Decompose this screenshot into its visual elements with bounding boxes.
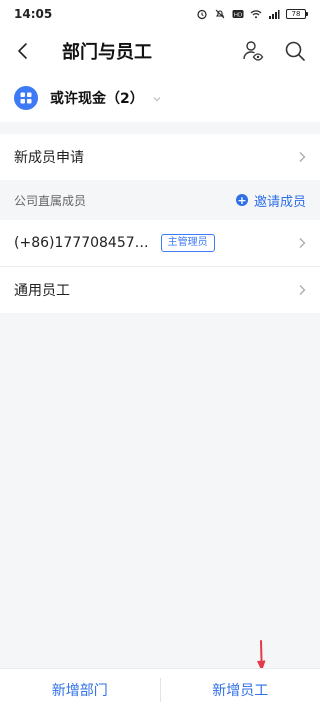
mute-icon bbox=[214, 8, 226, 20]
general-staff-label: 通用员工 bbox=[14, 283, 70, 299]
member-visibility-icon bbox=[243, 41, 264, 61]
invite-member-button[interactable]: + 邀请成员 bbox=[235, 191, 306, 210]
section-title: 公司直属成员 bbox=[14, 193, 87, 208]
org-name: 或许现金（2） bbox=[50, 91, 144, 107]
hd-icon: HD bbox=[232, 8, 244, 20]
search-button[interactable] bbox=[282, 38, 308, 64]
page-title: 部门与员工 bbox=[62, 42, 152, 63]
chevron-right-icon bbox=[298, 281, 306, 300]
new-member-request-row[interactable]: 新成员申请 bbox=[0, 134, 320, 180]
plus-circle-icon: + bbox=[235, 193, 248, 207]
status-icons: HD 78 bbox=[196, 8, 308, 20]
org-logo bbox=[14, 86, 38, 110]
member-phone: (+86)177708457… bbox=[14, 235, 149, 251]
chevron-right-icon bbox=[298, 148, 306, 167]
battery-indicator: 78 bbox=[286, 9, 308, 19]
top-app-bar: 部门与员工 bbox=[0, 28, 320, 74]
chevron-right-icon bbox=[298, 234, 306, 253]
invite-member-label: 邀请成员 bbox=[253, 194, 306, 210]
signal-icon bbox=[268, 8, 280, 20]
wifi-icon bbox=[250, 8, 262, 20]
back-button[interactable] bbox=[0, 28, 46, 74]
search-icon bbox=[285, 41, 305, 61]
status-time: 14:05 bbox=[14, 7, 53, 21]
grid-apps-icon bbox=[20, 92, 32, 104]
member-visibility-button[interactable] bbox=[240, 38, 266, 64]
add-department-button[interactable]: 新增部门 bbox=[0, 669, 160, 711]
member-row[interactable]: (+86)177708457… 主管理员 bbox=[0, 220, 320, 266]
header-actions bbox=[240, 38, 320, 64]
general-staff-row[interactable]: 通用员工 bbox=[0, 267, 320, 313]
direct-members-section-header: 公司直属成员 + 邀请成员 bbox=[0, 180, 320, 220]
bottom-action-bar: 新增部门 新增员工 bbox=[0, 668, 320, 711]
svg-text:HD: HD bbox=[234, 12, 242, 18]
chevron-down-icon bbox=[152, 89, 162, 108]
status-bar: 14:05 HD 78 bbox=[0, 0, 320, 28]
alarm-icon bbox=[196, 8, 208, 20]
org-selector[interactable]: 或许现金（2） bbox=[0, 74, 320, 122]
role-badge: 主管理员 bbox=[160, 234, 215, 252]
add-employee-button[interactable]: 新增员工 bbox=[161, 669, 320, 711]
back-arrow-icon bbox=[18, 43, 27, 59]
new-member-request-label: 新成员申请 bbox=[14, 150, 84, 166]
app-screen: 14:05 HD 78 部门与员工 或许现金（2） 新成员申请 公司直属成员 +… bbox=[0, 0, 320, 711]
